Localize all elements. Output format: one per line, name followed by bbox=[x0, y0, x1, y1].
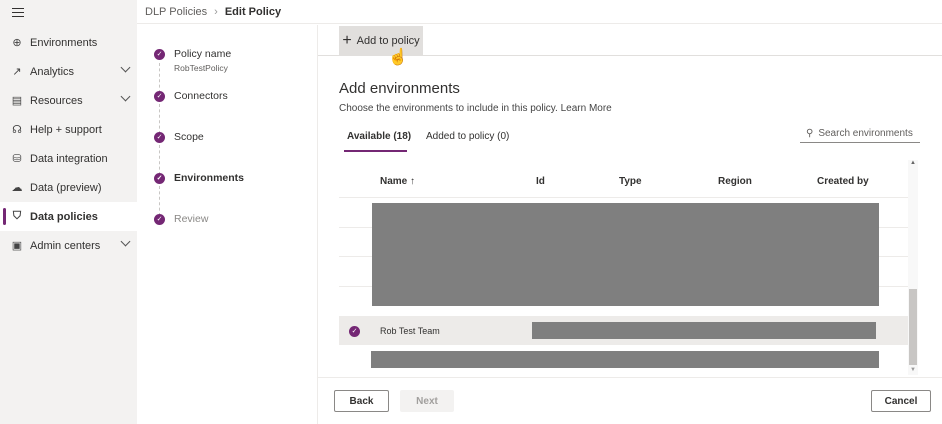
cancel-button[interactable]: Cancel bbox=[871, 390, 931, 412]
column-header-created-by[interactable]: Created by bbox=[817, 176, 869, 187]
search-input[interactable]: ⚲ Search environments bbox=[800, 124, 920, 143]
nav-admin-centers[interactable]: ▣ Admin centers bbox=[0, 231, 137, 260]
check-icon: ✓ bbox=[154, 132, 165, 143]
description-text: Choose the environments to include in th… bbox=[339, 103, 558, 114]
breadcrumb-parent[interactable]: DLP Policies bbox=[145, 6, 207, 18]
redacted-row bbox=[371, 351, 879, 368]
nav-label: Admin centers bbox=[30, 239, 101, 252]
redacted-cells bbox=[532, 322, 876, 339]
nav-label: Resources bbox=[30, 94, 83, 107]
tab-indicator bbox=[344, 150, 407, 152]
divider bbox=[318, 377, 942, 378]
row-name: Rob Test Team bbox=[380, 326, 440, 336]
step-label: Connectors bbox=[174, 90, 228, 102]
column-header-type[interactable]: Type bbox=[619, 176, 642, 187]
command-bar: + Add to policy bbox=[318, 25, 942, 56]
divider bbox=[339, 197, 908, 198]
next-button[interactable]: Next bbox=[400, 390, 454, 412]
nav-label: Help + support bbox=[30, 123, 102, 136]
back-button[interactable]: Back bbox=[334, 390, 389, 412]
tab-added-to-policy[interactable]: Added to policy (0) bbox=[426, 131, 509, 142]
chart-icon: ↗ bbox=[12, 66, 22, 78]
button-label: Add to policy bbox=[356, 34, 420, 47]
admin-icon: ▣ bbox=[11, 240, 23, 252]
nav-help-support[interactable]: ☊ Help + support bbox=[0, 115, 137, 144]
step-connectors[interactable]: ✓ Connectors bbox=[154, 90, 228, 102]
tab-available[interactable]: Available (18) bbox=[347, 131, 411, 142]
cloud-icon: ☁ bbox=[11, 182, 23, 194]
shield-icon: ⛉ bbox=[12, 210, 22, 222]
nav-data-integration[interactable]: ⛁ Data integration bbox=[0, 144, 137, 173]
column-header-id[interactable]: Id bbox=[536, 176, 545, 187]
nav-label: Data integration bbox=[30, 152, 108, 165]
step-review[interactable]: ✓ Review bbox=[154, 213, 208, 225]
add-to-policy-button[interactable]: + Add to policy bbox=[339, 26, 423, 55]
plus-icon: + bbox=[342, 31, 352, 49]
nav-label: Data policies bbox=[30, 210, 98, 223]
learn-more-link[interactable]: Learn More bbox=[561, 103, 612, 114]
nav-label: Environments bbox=[30, 36, 98, 49]
check-icon: ✓ bbox=[154, 214, 165, 225]
section-description: Choose the environments to include in th… bbox=[339, 103, 612, 114]
step-scope[interactable]: ✓ Scope bbox=[154, 131, 204, 143]
breadcrumb: DLP Policies › Edit Policy bbox=[137, 0, 942, 24]
chevron-down-icon bbox=[120, 91, 131, 102]
column-header-region[interactable]: Region bbox=[718, 176, 752, 187]
globe-icon: ⊕ bbox=[12, 37, 22, 49]
step-label: Scope bbox=[174, 131, 204, 143]
nav-label: Data (preview) bbox=[30, 181, 102, 194]
sidebar: ⊕ Environments ↗ Analytics ▤ Resources ☊ Hel… bbox=[0, 0, 137, 424]
chevron-right-icon: › bbox=[214, 5, 218, 18]
nav-data-preview[interactable]: ☁ Data (preview) bbox=[0, 173, 137, 202]
hand-cursor-icon: ☝ bbox=[388, 49, 408, 66]
resources-icon: ▤ bbox=[11, 95, 23, 107]
search-placeholder: Search environments bbox=[818, 127, 913, 139]
step-policy-name[interactable]: ✓ Policy name RobTestPolicy bbox=[154, 48, 231, 73]
chevron-down-icon bbox=[120, 236, 131, 247]
step-sublabel: RobTestPolicy bbox=[174, 63, 228, 73]
data-integration-icon: ⛁ bbox=[12, 153, 22, 165]
scroll-up-icon[interactable]: ▲ bbox=[910, 160, 916, 166]
check-icon: ✓ bbox=[154, 49, 165, 60]
check-icon: ✓ bbox=[154, 173, 165, 184]
step-environments[interactable]: ✓ Environments bbox=[154, 172, 244, 184]
check-icon: ✓ bbox=[154, 91, 165, 102]
column-header-name[interactable]: Name ↑ bbox=[380, 176, 415, 187]
row-checkmark-icon[interactable]: ✓ bbox=[349, 326, 360, 337]
nav-resources[interactable]: ▤ Resources bbox=[0, 86, 137, 115]
chevron-down-icon bbox=[120, 62, 131, 73]
step-label: Environments bbox=[174, 172, 245, 184]
breadcrumb-current: Edit Policy bbox=[224, 5, 282, 18]
step-label: Review bbox=[174, 213, 209, 225]
hamburger-menu-icon[interactable] bbox=[12, 8, 24, 17]
wizard-steps: ✓ Policy name RobTestPolicy ✓ Connectors ✓ S… bbox=[137, 25, 318, 424]
search-icon: ⚲ bbox=[806, 127, 814, 139]
section-title: Add environments bbox=[339, 80, 460, 97]
scroll-down-icon[interactable]: ▼ bbox=[910, 367, 916, 373]
nav-data-policies[interactable]: ⛉ Data policies bbox=[0, 202, 137, 231]
nav-analytics[interactable]: ↗ Analytics bbox=[0, 57, 137, 86]
nav-environments[interactable]: ⊕ Environments bbox=[0, 28, 137, 57]
scrollbar-thumb[interactable] bbox=[909, 289, 917, 365]
headset-icon: ☊ bbox=[12, 124, 22, 136]
redacted-rows bbox=[372, 203, 879, 306]
step-label: Policy name bbox=[174, 48, 232, 60]
nav-label: Analytics bbox=[30, 65, 75, 78]
